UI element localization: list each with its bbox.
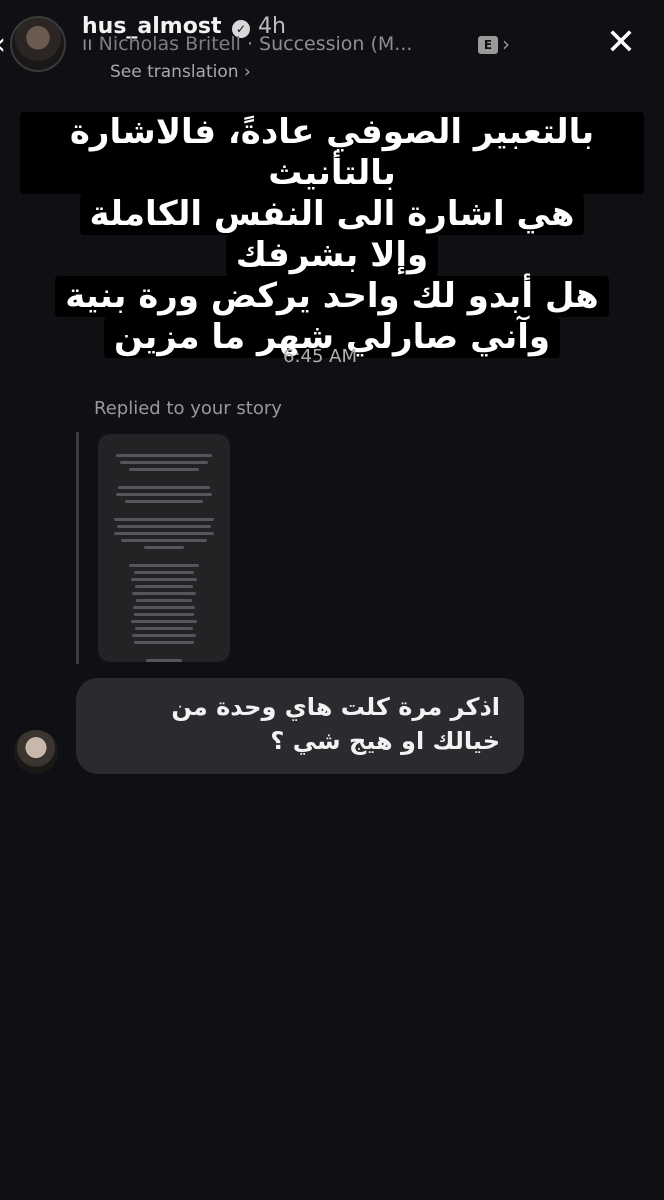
thumbnail-text-lines: [112, 454, 216, 662]
avatar[interactable]: [10, 16, 66, 72]
see-translation-label: See translation: [110, 62, 239, 82]
music-artist: Nicholas Britell: [98, 33, 241, 55]
explicit-badge: E: [478, 36, 498, 54]
sender-avatar[interactable]: [14, 730, 58, 774]
music-title: · Succession (M...: [246, 33, 413, 55]
story-header: ‹ hus_almost ✓ 4h ıı Nicholas Britell · …: [0, 0, 664, 142]
replied-to-story-label: Replied to your story: [94, 398, 282, 419]
close-icon[interactable]: ✕: [602, 24, 640, 62]
caption-line: وإلا بشرفك: [225, 235, 439, 276]
caption-line: هي اشارة الى النفس الكاملة: [79, 194, 585, 235]
caption-line: هل أبدو لك واحد يركض ورة بنية: [55, 276, 609, 317]
story-caption: بالتعبير الصوفي عادةً، فالاشارة بالتأنيث…: [20, 112, 644, 358]
message-timestamp: 6:45 AM: [283, 346, 357, 367]
see-translation-link[interactable]: See translation ›: [82, 62, 251, 142]
message-text: اذكر مرة كلت هاي وحدة من خيالك او هيج شي…: [171, 693, 500, 755]
caption-line: بالتعبير الصوفي عادةً، فالاشارة بالتأنيث: [20, 112, 644, 194]
music-info[interactable]: ıı Nicholas Britell · Succession (M...: [82, 33, 412, 55]
message-bubble[interactable]: اذكر مرة كلت هاي وحدة من خيالك او هيج شي…: [76, 678, 524, 774]
chevron-right-icon[interactable]: ›: [502, 32, 510, 56]
music-bars-icon: ıı: [82, 33, 99, 55]
back-arrow-icon[interactable]: ‹: [0, 30, 6, 60]
story-thumbnail[interactable]: [98, 434, 230, 662]
reply-indicator-bar: [76, 432, 79, 664]
